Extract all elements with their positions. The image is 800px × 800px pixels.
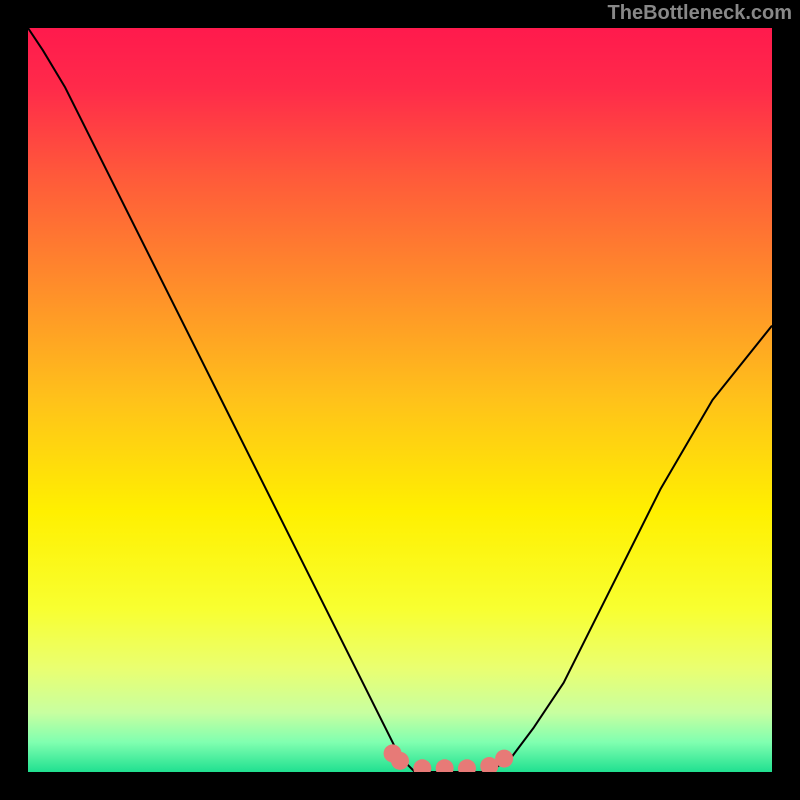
marker-dot — [391, 752, 409, 770]
watermark-text: TheBottleneck.com — [608, 2, 792, 25]
chart-svg — [28, 28, 772, 772]
chart-container: TheBottleneck.com — [0, 0, 800, 800]
gradient-background — [28, 28, 772, 772]
marker-dot — [495, 750, 513, 768]
plot-area — [28, 28, 772, 772]
